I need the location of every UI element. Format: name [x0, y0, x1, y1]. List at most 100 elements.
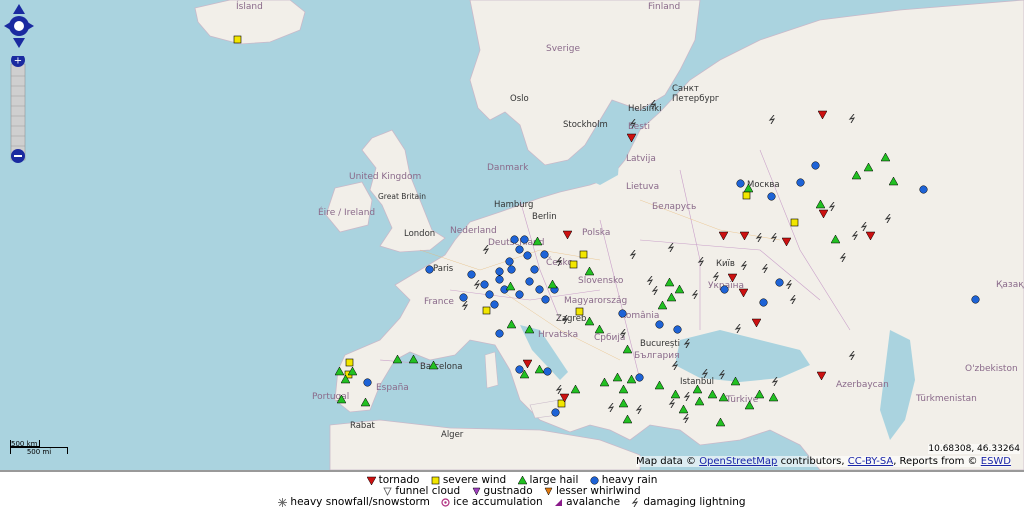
wind-marker[interactable] — [790, 218, 800, 228]
hail-marker[interactable] — [506, 282, 516, 292]
light-marker[interactable] — [839, 253, 849, 263]
light-marker[interactable] — [607, 403, 617, 413]
hail-marker[interactable] — [731, 377, 741, 387]
light-marker[interactable] — [768, 115, 778, 125]
hail-marker[interactable] — [585, 267, 595, 277]
hail-marker[interactable] — [623, 415, 633, 425]
rain-marker[interactable] — [467, 270, 477, 280]
tornado-marker[interactable] — [782, 237, 792, 247]
light-marker[interactable] — [848, 351, 858, 361]
light-marker[interactable] — [561, 315, 571, 325]
hail-marker[interactable] — [719, 393, 729, 403]
wind-marker[interactable] — [579, 250, 589, 260]
light-marker[interactable] — [697, 257, 707, 267]
hail-marker[interactable] — [525, 325, 535, 335]
light-marker[interactable] — [884, 214, 894, 224]
tornado-marker[interactable] — [752, 318, 762, 328]
rain-marker[interactable] — [530, 265, 540, 275]
wind-marker[interactable] — [233, 35, 243, 45]
wind-marker[interactable] — [482, 306, 492, 316]
rain-marker[interactable] — [485, 290, 495, 300]
rain-marker[interactable] — [543, 367, 553, 377]
light-marker[interactable] — [646, 276, 656, 286]
zoom-bar[interactable]: + — [9, 53, 27, 168]
hail-marker[interactable] — [708, 390, 718, 400]
hail-marker[interactable] — [658, 301, 668, 311]
rain-marker[interactable] — [515, 290, 525, 300]
rain-marker[interactable] — [635, 373, 645, 383]
hail-marker[interactable] — [695, 397, 705, 407]
tornado-marker[interactable] — [866, 231, 876, 241]
rain-marker[interactable] — [759, 298, 769, 308]
hail-marker[interactable] — [745, 401, 755, 411]
rain-marker[interactable] — [510, 235, 520, 245]
light-marker[interactable] — [651, 286, 661, 296]
wind-marker[interactable] — [575, 307, 585, 317]
hail-marker[interactable] — [393, 355, 403, 365]
rain-marker[interactable] — [673, 325, 683, 335]
hail-marker[interactable] — [852, 171, 862, 181]
rain-marker[interactable] — [535, 285, 545, 295]
rain-marker[interactable] — [540, 250, 550, 260]
light-marker[interactable] — [755, 233, 765, 243]
tornado-marker[interactable] — [739, 288, 749, 298]
hail-marker[interactable] — [507, 320, 517, 330]
light-marker[interactable] — [629, 119, 639, 129]
rain-marker[interactable] — [811, 161, 821, 171]
hail-marker[interactable] — [675, 285, 685, 295]
rain-marker[interactable] — [525, 277, 535, 287]
light-marker[interactable] — [785, 280, 795, 290]
eswd-link[interactable]: ESWD — [981, 456, 1011, 467]
light-marker[interactable] — [718, 370, 728, 380]
hail-marker[interactable] — [520, 370, 530, 380]
rain-marker[interactable] — [775, 278, 785, 288]
light-marker[interactable] — [848, 114, 858, 124]
light-marker[interactable] — [691, 290, 701, 300]
pan-control[interactable] — [4, 4, 34, 52]
light-marker[interactable] — [734, 324, 744, 334]
osm-link[interactable]: OpenStreetMap — [699, 456, 777, 467]
hail-marker[interactable] — [619, 385, 629, 395]
rain-marker[interactable] — [523, 251, 533, 261]
hail-marker[interactable] — [533, 237, 543, 247]
light-marker[interactable] — [851, 231, 861, 241]
map-viewport[interactable]: Ísland Sverige Finland Eesti Latvija Lie… — [0, 0, 1024, 470]
rain-marker[interactable] — [507, 265, 517, 275]
light-marker[interactable] — [555, 385, 565, 395]
tornado-marker[interactable] — [563, 230, 573, 240]
license-link[interactable]: CC-BY-SA — [848, 456, 893, 467]
light-marker[interactable] — [473, 280, 483, 290]
tornado-marker[interactable] — [627, 133, 637, 143]
rain-marker[interactable] — [541, 295, 551, 305]
light-marker[interactable] — [789, 295, 799, 305]
tornado-marker[interactable] — [740, 231, 750, 241]
hail-marker[interactable] — [429, 361, 439, 371]
rain-marker[interactable] — [919, 185, 929, 195]
tornado-marker[interactable] — [719, 231, 729, 241]
light-marker[interactable] — [619, 329, 629, 339]
light-marker[interactable] — [761, 264, 771, 274]
light-marker[interactable] — [701, 369, 711, 379]
tornado-marker[interactable] — [817, 371, 827, 381]
rain-marker[interactable] — [971, 295, 981, 305]
light-marker[interactable] — [555, 257, 565, 267]
light-marker[interactable] — [667, 243, 677, 253]
hail-marker[interactable] — [348, 367, 358, 377]
rain-marker[interactable] — [520, 235, 530, 245]
rain-marker[interactable] — [551, 408, 561, 418]
light-marker[interactable] — [671, 361, 681, 371]
hail-marker[interactable] — [769, 393, 779, 403]
hail-marker[interactable] — [864, 163, 874, 173]
light-marker[interactable] — [461, 301, 471, 311]
rain-marker[interactable] — [720, 285, 730, 295]
hail-marker[interactable] — [409, 355, 419, 365]
rain-marker[interactable] — [495, 329, 505, 339]
hail-marker[interactable] — [889, 177, 899, 187]
hail-marker[interactable] — [619, 399, 629, 409]
hail-marker[interactable] — [665, 278, 675, 288]
hail-marker[interactable] — [571, 385, 581, 395]
tornado-marker[interactable] — [818, 110, 828, 120]
hail-marker[interactable] — [548, 280, 558, 290]
tornado-marker[interactable] — [728, 273, 738, 283]
light-marker[interactable] — [682, 414, 692, 424]
